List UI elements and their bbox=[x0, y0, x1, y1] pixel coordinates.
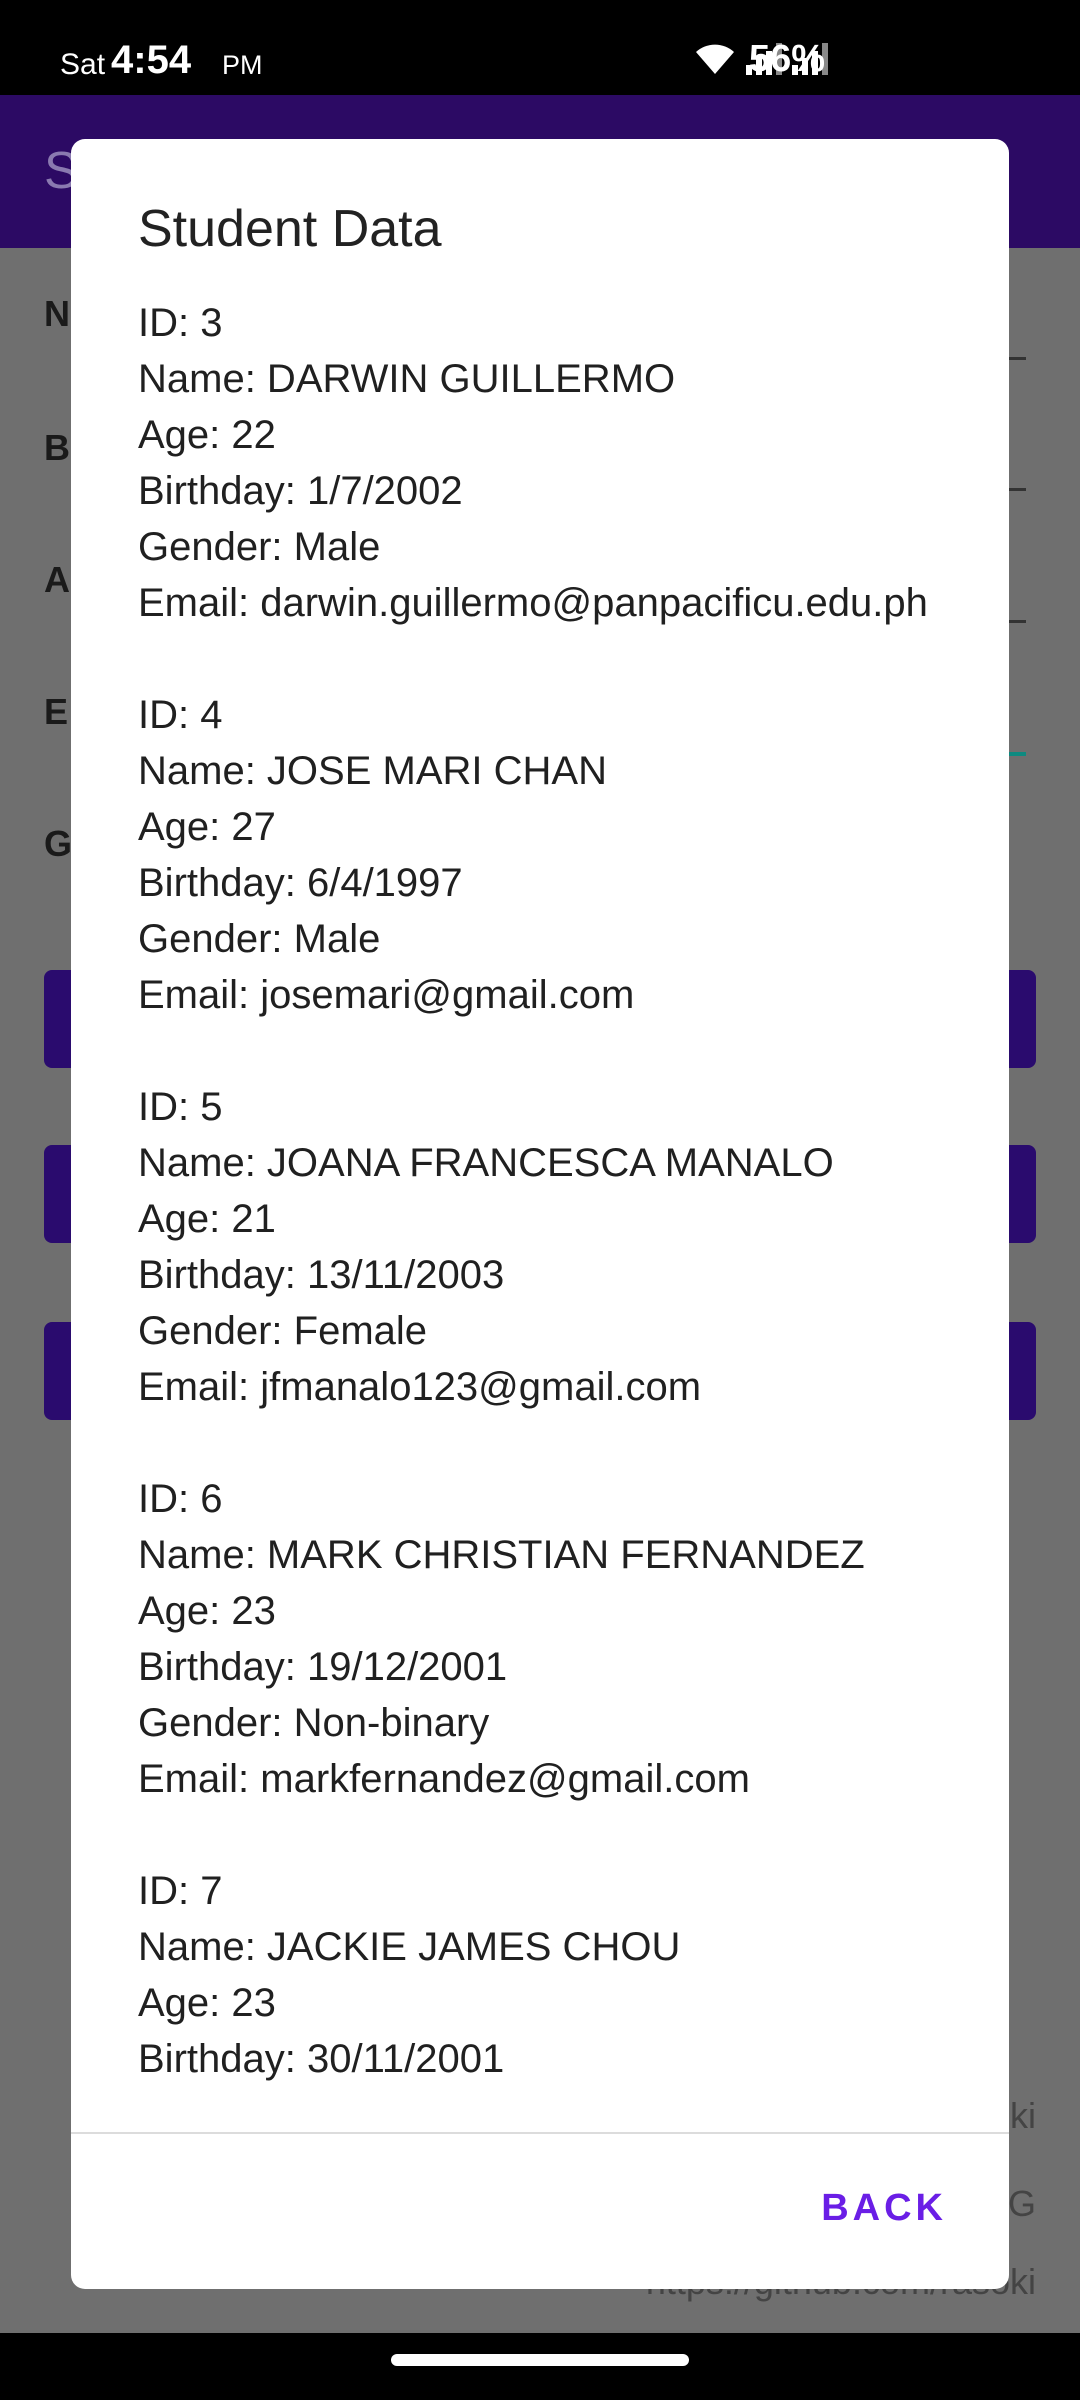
record-name: Name: JACKIE JAMES CHOU bbox=[138, 1925, 681, 1969]
dialog-scroll-content[interactable]: ID: 3 Name: DARWIN GUILLERMO Age: 22 Bir… bbox=[138, 295, 958, 2270]
record-name: Name: DARWIN GUILLERMO bbox=[138, 357, 676, 401]
back-button[interactable]: BACK bbox=[821, 2187, 947, 2230]
battery-level: 56% bbox=[749, 38, 826, 80]
footer-text-1: ki bbox=[1010, 2095, 1036, 2136]
record-age: Age: 22 bbox=[138, 413, 276, 457]
student-record: ID: 5 Name: JOANA FRANCESCA MANALO Age: … bbox=[138, 1079, 958, 1415]
record-name: Name: MARK CHRISTIAN FERNANDEZ bbox=[138, 1533, 865, 1577]
record-id: ID: 5 bbox=[138, 1085, 223, 1129]
record-name: Name: JOSE MARI CHAN bbox=[138, 749, 607, 793]
footer-text-2: G bbox=[1007, 2183, 1036, 2224]
record-email: Email: jfmanalo123@gmail.com bbox=[138, 1365, 702, 1409]
record-name: Name: JOANA FRANCESCA MANALO bbox=[138, 1141, 834, 1185]
record-birthday: Birthday: 19/12/2001 bbox=[138, 1645, 508, 1689]
dialog-divider bbox=[71, 2132, 1009, 2134]
status-day: Sat bbox=[60, 48, 106, 81]
record-id: ID: 3 bbox=[138, 301, 223, 345]
record-age: Age: 23 bbox=[138, 1981, 276, 2025]
student-data-dialog: Student Data ID: 3 Name: DARWIN GUILLERM… bbox=[71, 139, 1009, 2289]
status-time: 4:54 bbox=[111, 38, 192, 82]
student-record: ID: 4 Name: JOSE MARI CHAN Age: 27 Birth… bbox=[138, 687, 958, 1023]
record-birthday: Birthday: 6/4/1997 bbox=[138, 861, 463, 905]
field-label-email: E bbox=[44, 691, 69, 732]
navigation-bar bbox=[0, 2333, 1080, 2400]
record-gender: Gender: Female bbox=[138, 1309, 428, 1353]
record-id: ID: 6 bbox=[138, 1477, 223, 1521]
record-birthday: Birthday: 1/7/2002 bbox=[138, 469, 463, 513]
record-age: Age: 27 bbox=[138, 805, 276, 849]
field-label-birthday: B bbox=[44, 427, 70, 468]
field-label-name: N bbox=[44, 293, 70, 334]
field-label-age: A bbox=[44, 559, 70, 600]
record-email: Email: josemari@gmail.com bbox=[138, 973, 635, 1017]
record-birthday: Birthday: 30/11/2001 bbox=[138, 2037, 505, 2081]
field-label-gender: G bbox=[44, 823, 73, 864]
record-gender: Gender: Male bbox=[138, 917, 381, 961]
record-age: Age: 23 bbox=[138, 1589, 276, 1633]
dialog-title: Student Data bbox=[138, 200, 442, 258]
student-record: ID: 7 Name: JACKIE JAMES CHOU Age: 23 Bi… bbox=[138, 1863, 958, 2087]
record-age: Age: 21 bbox=[138, 1197, 276, 1241]
student-record: ID: 3 Name: DARWIN GUILLERMO Age: 22 Bir… bbox=[138, 295, 958, 631]
record-gender: Gender: Non-binary bbox=[138, 1701, 490, 1745]
record-id: ID: 4 bbox=[138, 693, 223, 737]
record-gender: Gender: Male bbox=[138, 525, 381, 569]
record-email: Email: darwin.guillermo@panpacificu.edu.… bbox=[138, 581, 928, 625]
home-gesture-handle[interactable] bbox=[391, 2354, 689, 2366]
record-email: Email: markfernandez@gmail.com bbox=[138, 1757, 750, 1801]
student-record: ID: 6 Name: MARK CHRISTIAN FERNANDEZ Age… bbox=[138, 1471, 958, 1807]
status-bar: Sat 4:54 PM 56% bbox=[0, 0, 1080, 95]
record-birthday: Birthday: 13/11/2003 bbox=[138, 1253, 505, 1297]
wifi-icon bbox=[696, 44, 734, 74]
record-id: ID: 7 bbox=[138, 1869, 223, 1913]
status-ampm: PM bbox=[222, 50, 263, 80]
